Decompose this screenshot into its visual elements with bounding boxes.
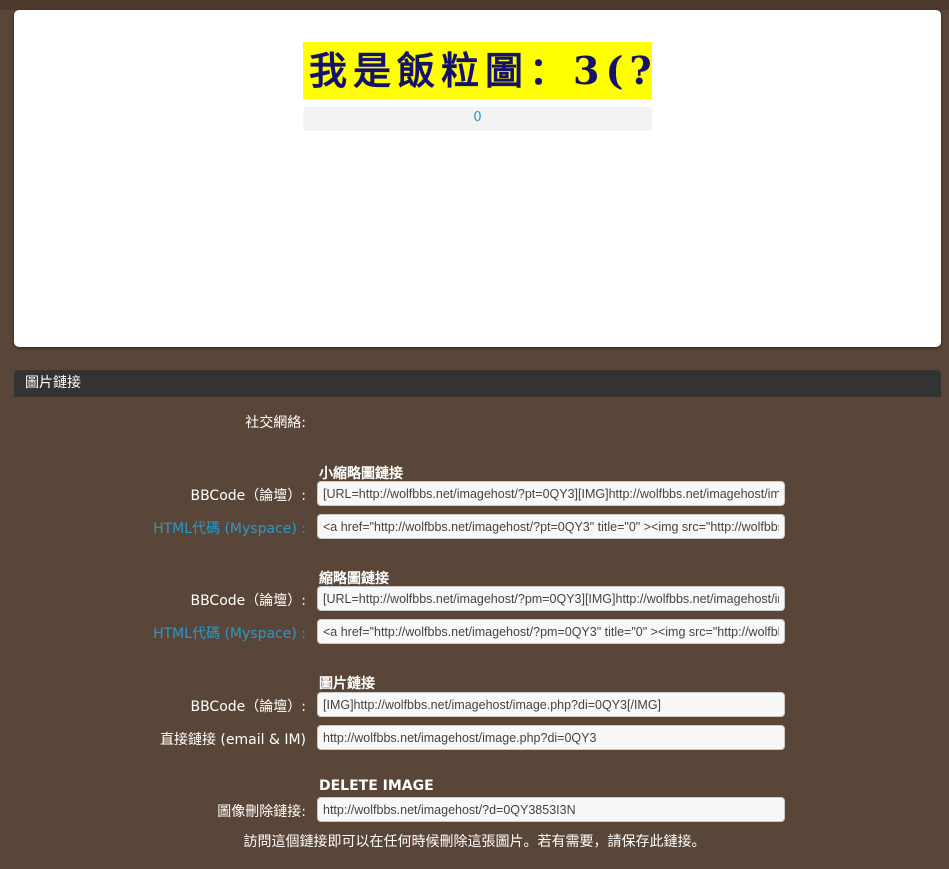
top-background-strip: [0, 0, 949, 10]
image-caption[interactable]: 0: [303, 107, 652, 131]
image-preview-panel: 我是飯粒圖：3(? 0: [14, 10, 941, 347]
image-link-heading: 圖片鏈接: [319, 676, 375, 692]
section-header-image-links: 圖片鏈接: [14, 370, 941, 397]
thumb-bbcode-field[interactable]: [317, 586, 785, 611]
thumb-html-field[interactable]: [317, 619, 785, 644]
small-thumb-bbcode-field[interactable]: [317, 481, 785, 506]
direct-link-field[interactable]: [317, 725, 785, 750]
thumb-html-label[interactable]: HTML代碼 (Myspace) :: [153, 623, 306, 643]
small-thumb-bbcode-label: BBCode（論壇）:: [190, 488, 306, 504]
direct-link-label: 直接鏈接 (email & IM): [159, 732, 306, 748]
small-thumb-html-label[interactable]: HTML代碼 (Myspace) :: [153, 518, 306, 538]
delete-image-heading: DELETE IMAGE: [319, 778, 434, 794]
uploaded-image[interactable]: 我是飯粒圖：3(?: [303, 42, 652, 99]
thumb-heading: 縮略圖鏈接: [319, 571, 389, 587]
thumb-bbcode-label: BBCode（論壇）:: [190, 593, 306, 609]
delete-link-label: 圖像刪除鏈接:: [217, 804, 306, 820]
small-thumb-html-field[interactable]: [317, 514, 785, 539]
delete-link-note: 訪問這個鏈接即可以在任何時候刪除這張圖片。若有需要，請保存此鏈接。: [243, 834, 706, 850]
small-thumb-heading: 小縮略圖鏈接: [319, 466, 403, 482]
image-link-bbcode-field[interactable]: [317, 692, 785, 717]
delete-link-field[interactable]: [317, 797, 785, 822]
social-network-label: 社交網絡:: [245, 415, 306, 431]
image-link-bbcode-label: BBCode（論壇）:: [190, 699, 306, 715]
